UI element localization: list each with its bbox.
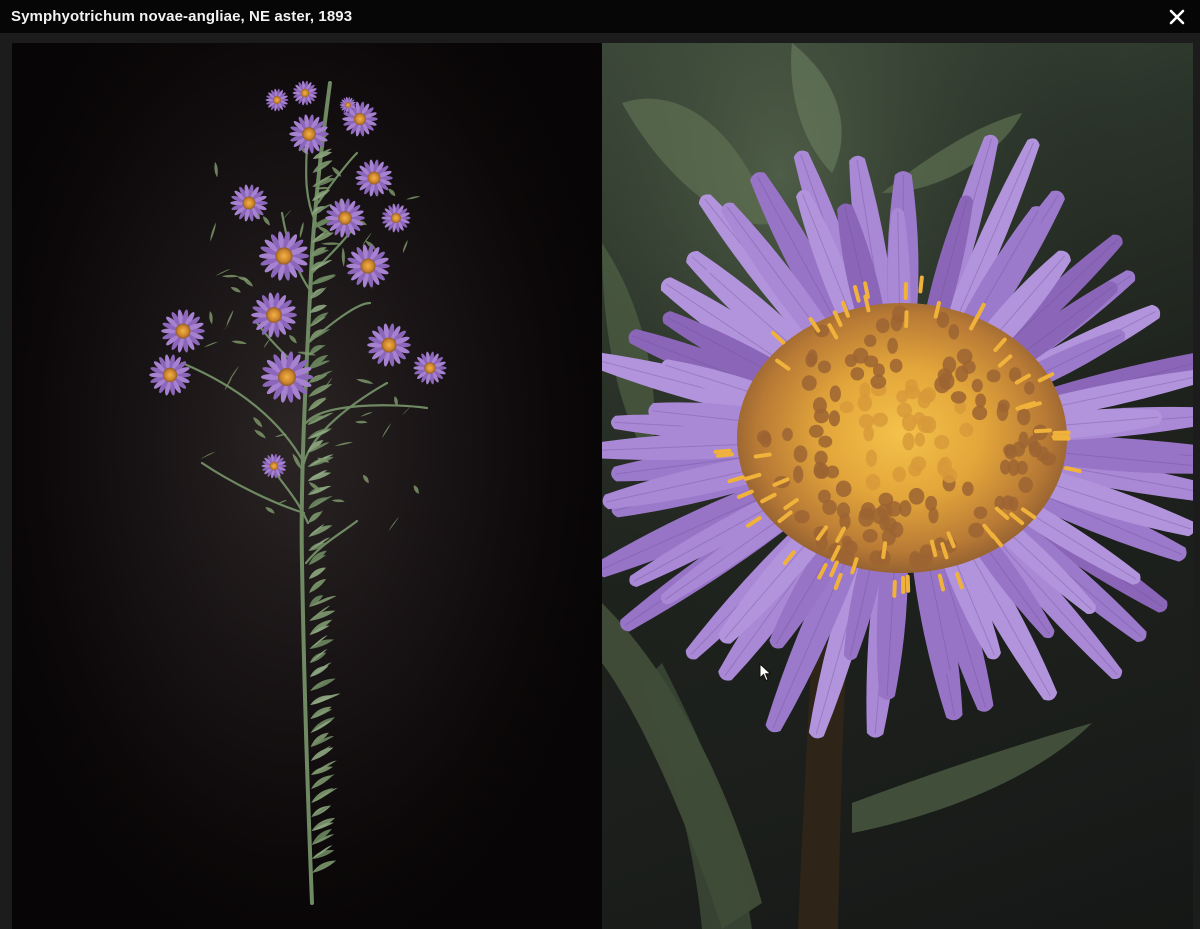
image-title: Symphyotrichum novae-angliae, NE aster, …: [11, 8, 353, 25]
viewer-titlebar: Symphyotrichum novae-angliae, NE aster, …: [0, 0, 1200, 33]
mouse-cursor-icon: [759, 663, 772, 682]
close-icon: [1169, 9, 1185, 24]
image-viewer: Symphyotrichum novae-angliae, NE aster, …: [0, 0, 1200, 929]
flower-closeup-photo: [602, 43, 1193, 929]
whole-plant-photo: [12, 43, 602, 929]
plant-illustration: [149, 80, 447, 905]
closeup-illustration: [602, 43, 1193, 929]
close-button[interactable]: [1166, 6, 1188, 28]
image-stage[interactable]: [12, 43, 1193, 929]
